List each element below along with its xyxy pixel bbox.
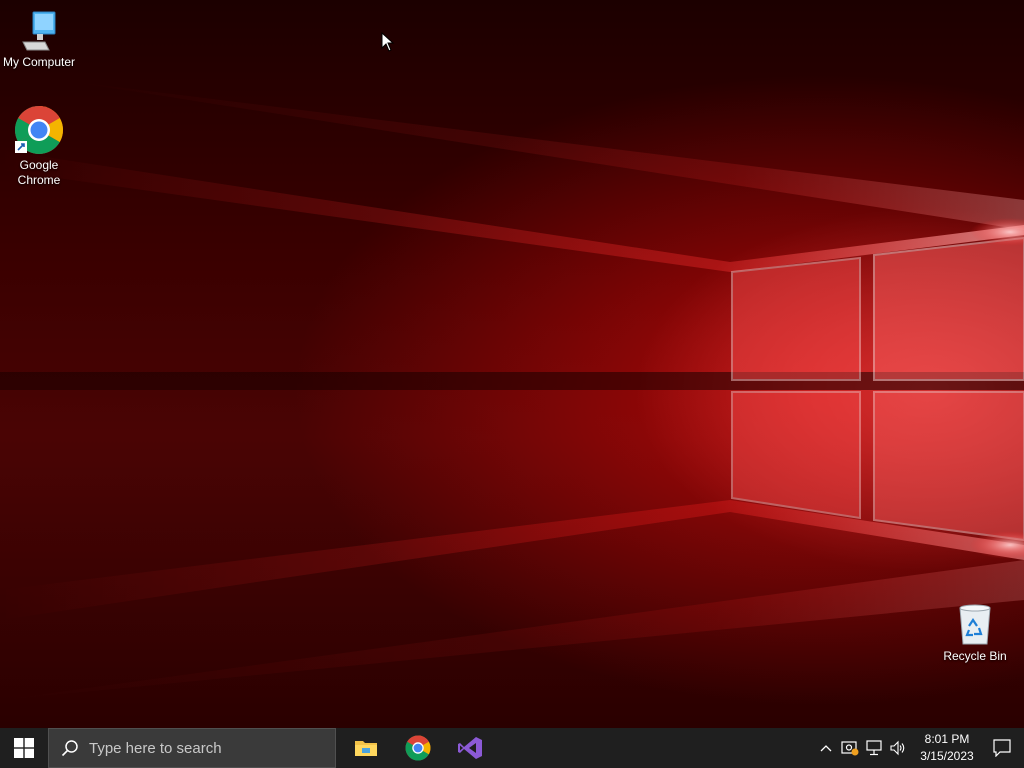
recycle-bin-icon bbox=[959, 604, 991, 645]
desktop-icon-google-chrome[interactable]: Google Chrome bbox=[0, 105, 78, 188]
clock-time: 8:01 PM bbox=[924, 732, 970, 746]
chrome-icon bbox=[14, 105, 64, 155]
desktop-icon-my-computer[interactable]: My Computer bbox=[0, 10, 78, 70]
chevron-up-icon bbox=[820, 745, 832, 752]
tray-volume[interactable] bbox=[886, 728, 910, 768]
taskbar: 8:01 PM 3/15/2023 bbox=[0, 728, 1024, 768]
network-icon bbox=[866, 740, 882, 756]
desktop-icon-label: Google Chrome bbox=[17, 158, 61, 187]
desktop-icon-recycle-bin[interactable]: Recycle Bin bbox=[936, 602, 1014, 664]
taskbar-search[interactable] bbox=[48, 728, 336, 768]
windows-logo-icon bbox=[14, 738, 34, 758]
taskbar-file-explorer[interactable] bbox=[340, 728, 392, 768]
start-button[interactable] bbox=[0, 728, 48, 768]
taskbar-visual-studio[interactable] bbox=[444, 728, 496, 768]
tray-security[interactable] bbox=[838, 728, 862, 768]
taskbar-chrome[interactable] bbox=[392, 728, 444, 768]
notification-icon bbox=[993, 739, 1011, 757]
tray-network[interactable] bbox=[862, 728, 886, 768]
file-explorer-icon bbox=[355, 741, 377, 756]
visual-studio-icon bbox=[458, 737, 482, 759]
taskbar-clock[interactable]: 8:01 PM 3/15/2023 bbox=[914, 731, 980, 765]
clock-date: 3/15/2023 bbox=[920, 749, 974, 763]
action-center-button[interactable] bbox=[980, 728, 1024, 768]
search-input[interactable] bbox=[89, 739, 309, 757]
desktop-icon-label: My Computer bbox=[2, 55, 76, 69]
system-tray: 8:01 PM 3/15/2023 bbox=[814, 728, 1024, 768]
desktop-icon-label: Recycle Bin bbox=[943, 649, 1007, 663]
chrome-icon bbox=[405, 735, 431, 761]
show-hidden-icons-button[interactable] bbox=[814, 728, 838, 768]
search-icon bbox=[61, 740, 78, 757]
desktop-wallpaper: My Computer Google Chrome Recycle Bin bbox=[0, 0, 1024, 728]
wallpaper-light-beams bbox=[0, 80, 1024, 700]
volume-icon bbox=[890, 740, 905, 756]
security-icon bbox=[841, 741, 859, 756]
mouse-cursor-icon bbox=[381, 32, 395, 52]
computer-icon bbox=[22, 11, 56, 51]
